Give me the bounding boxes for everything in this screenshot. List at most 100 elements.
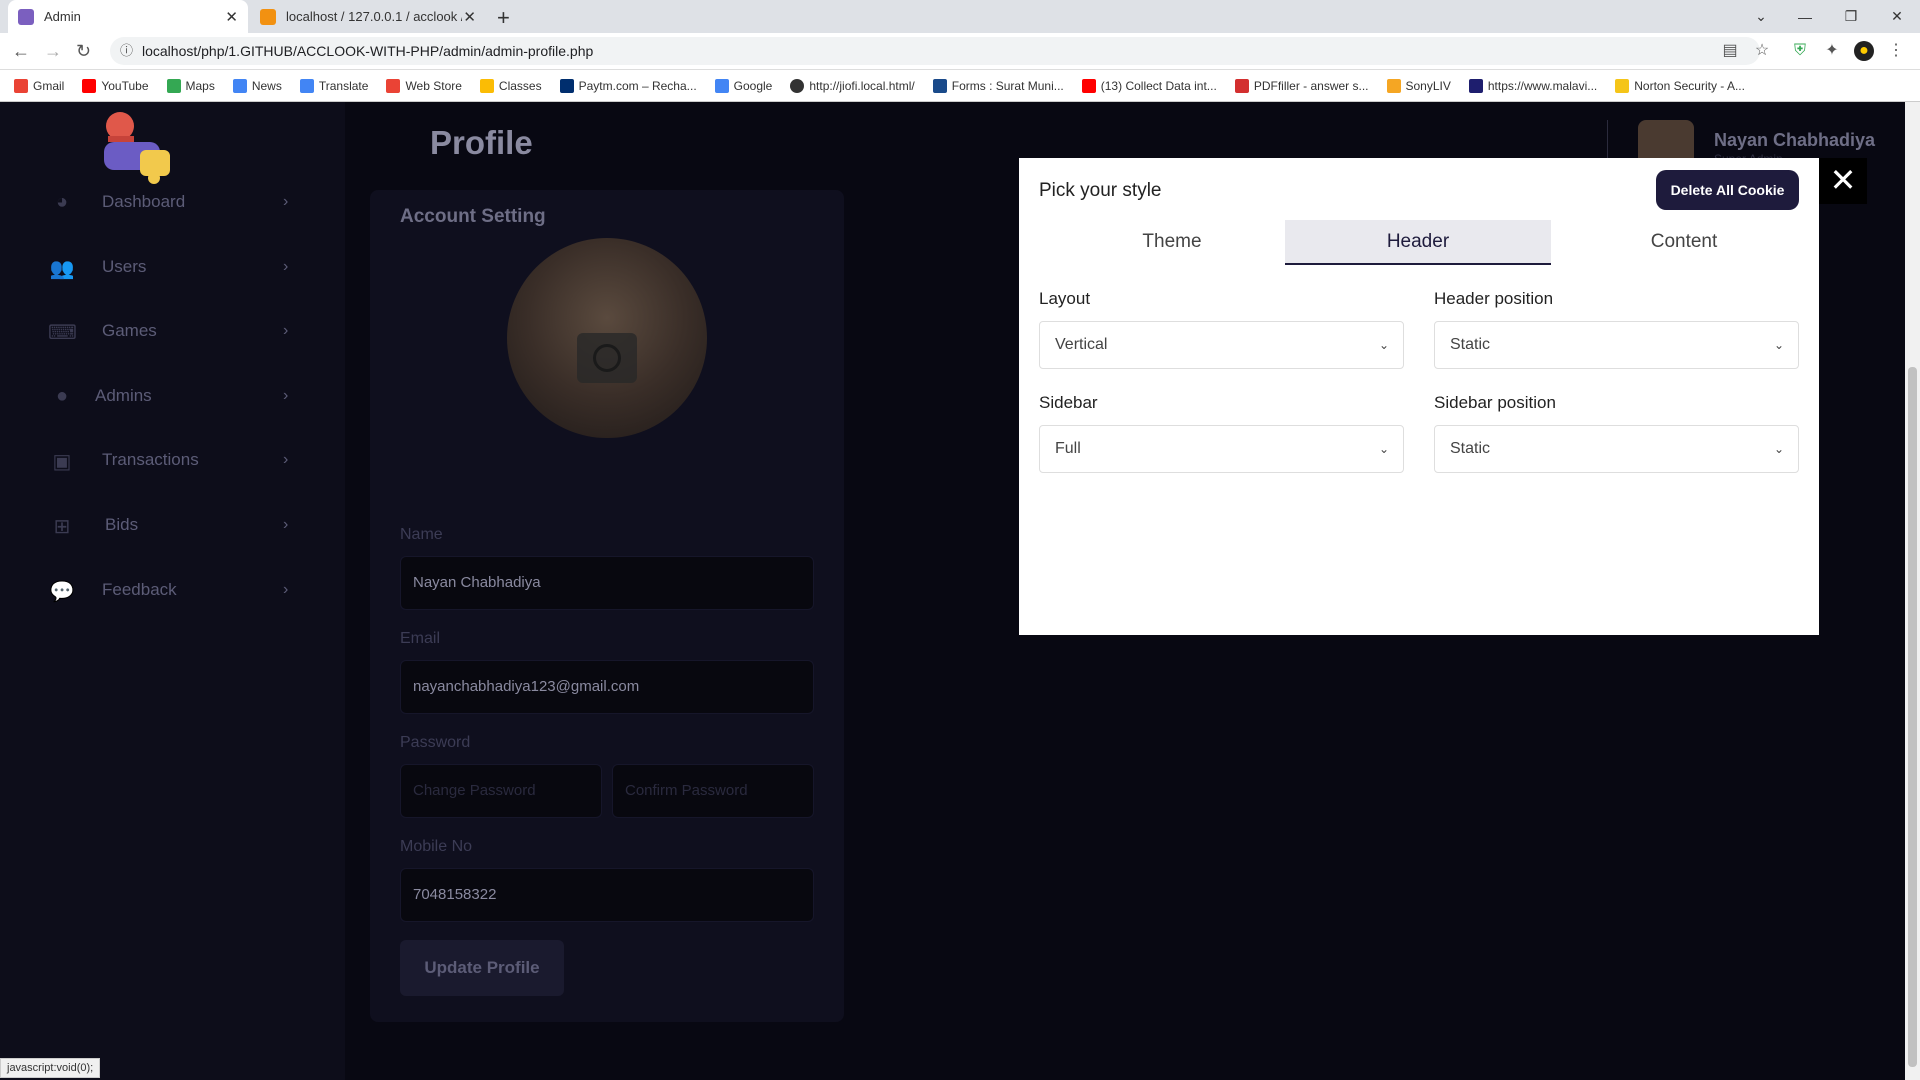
new-tab-icon[interactable]: + bbox=[497, 5, 510, 31]
tab-search-icon[interactable]: ⌄ bbox=[1738, 0, 1784, 33]
bookmark-item[interactable]: PDFfiller - answer s... bbox=[1234, 78, 1369, 93]
tab-content[interactable]: Content bbox=[1551, 220, 1817, 265]
sidebar-item-dashboard[interactable]: ◕ Dashboard › bbox=[0, 182, 345, 222]
gmail-icon bbox=[14, 78, 28, 93]
name-field[interactable]: Nayan Chabhadiya bbox=[400, 556, 814, 610]
bookmark-item[interactable]: Norton Security - A... bbox=[1615, 78, 1745, 93]
news-icon bbox=[232, 78, 247, 93]
close-modal-icon[interactable]: ✕ bbox=[1819, 158, 1867, 204]
paytm-icon bbox=[559, 78, 574, 93]
basket-icon: ⊞ bbox=[53, 516, 71, 538]
bookmark-item[interactable]: News bbox=[232, 78, 282, 93]
bookmark-item[interactable]: Paytm.com – Recha... bbox=[559, 78, 697, 93]
reload-icon[interactable]: ↻ bbox=[76, 41, 91, 62]
confirm-password-field[interactable]: Confirm Password bbox=[612, 764, 814, 818]
chevron-right-icon: › bbox=[283, 322, 289, 339]
chevron-right-icon: › bbox=[283, 516, 289, 533]
bookmarks-bar: Gmail YouTube Maps News Translate Web St… bbox=[0, 70, 1920, 102]
sidebar-item-games[interactable]: ⌨ Games › bbox=[0, 311, 345, 351]
bookmark-star-icon[interactable]: ☆ bbox=[1752, 41, 1772, 61]
change-password-field[interactable]: Change Password bbox=[400, 764, 602, 818]
tab-theme[interactable]: Theme bbox=[1039, 220, 1305, 265]
close-tab-icon[interactable]: ✕ bbox=[463, 8, 476, 26]
layout-label: Layout bbox=[1039, 289, 1091, 308]
email-field[interactable]: nayanchabhadiya123@gmail.com bbox=[400, 660, 814, 714]
sidebar-item-bids[interactable]: ⊞ Bids › bbox=[0, 505, 345, 545]
bookmark-item[interactable]: Maps bbox=[166, 78, 215, 93]
bookmark-item[interactable]: (13) Collect Data int... bbox=[1081, 78, 1217, 93]
chevron-right-icon: › bbox=[283, 193, 289, 210]
back-icon[interactable]: ← bbox=[12, 41, 30, 62]
sidebar-item-users[interactable]: 👥 Users › bbox=[0, 247, 345, 287]
tab-title: localhost / 127.0.0.1 / acclook / a bbox=[286, 9, 462, 24]
bookmark-item[interactable]: Forms : Surat Muni... bbox=[932, 78, 1064, 93]
url-text: localhost/php/1.GITHUB/ACCLOOK-WITH-PHP/… bbox=[142, 43, 594, 59]
header-position-select[interactable]: Static ⌄ bbox=[1434, 321, 1799, 369]
chevron-down-icon: ⌄ bbox=[1773, 338, 1784, 352]
globe-icon bbox=[790, 78, 805, 93]
browser-tab-phpmyadmin[interactable]: localhost / 127.0.0.1 / acclook / a ✕ bbox=[250, 0, 486, 33]
bookmark-item[interactable]: https://www.malavi... bbox=[1468, 78, 1597, 93]
bookmark-item[interactable]: Translate bbox=[299, 78, 368, 93]
status-bar: javascript:void(0); bbox=[0, 1058, 101, 1078]
bookmark-item[interactable]: Google bbox=[714, 78, 772, 93]
sidebar: ◕ Dashboard › 👥 Users › ⌨ Games › ● Admi… bbox=[0, 102, 345, 1080]
forward-icon[interactable]: → bbox=[44, 41, 62, 62]
delete-all-cookie-button[interactable]: Delete All Cookie bbox=[1656, 170, 1799, 210]
card-title: Account Setting bbox=[400, 206, 546, 227]
user-name[interactable]: Nayan Chabhadiya bbox=[1714, 130, 1875, 151]
site-info-icon[interactable]: ⓘ bbox=[120, 37, 133, 65]
maps-icon bbox=[166, 78, 181, 93]
browser-tab-bar: Admin ✕ localhost / 127.0.0.1 / acclook … bbox=[0, 0, 1920, 33]
chevron-right-icon: › bbox=[283, 258, 289, 275]
profile-avatar-icon[interactable]: ● bbox=[1854, 41, 1874, 61]
chevron-down-icon: ⌄ bbox=[1773, 442, 1784, 456]
gamepad-icon: ⌨ bbox=[48, 322, 77, 344]
profile-photo[interactable] bbox=[507, 238, 707, 438]
palette-icon: ◕ bbox=[55, 191, 69, 213]
browser-tab-admin[interactable]: Admin ✕ bbox=[8, 0, 248, 33]
tab-header[interactable]: Header bbox=[1285, 220, 1551, 265]
menu-icon[interactable]: ⋮ bbox=[1886, 41, 1906, 61]
extensions-icon[interactable]: ✦ bbox=[1822, 41, 1842, 61]
modal-title: Pick your style bbox=[1039, 180, 1162, 201]
sidebar-position-select[interactable]: Static ⌄ bbox=[1434, 425, 1799, 473]
malavi-icon bbox=[1468, 78, 1483, 93]
classes-icon bbox=[479, 78, 494, 93]
bookmark-item[interactable]: Web Store bbox=[386, 78, 462, 93]
page-scrollbar[interactable] bbox=[1905, 102, 1920, 1080]
bookmark-item[interactable]: YouTube bbox=[82, 78, 149, 93]
sonyliv-icon bbox=[1386, 78, 1401, 93]
bookmark-item[interactable]: Classes bbox=[479, 78, 542, 93]
sidebar-item-admins[interactable]: ● Admins › bbox=[0, 376, 345, 416]
close-window-icon[interactable]: ✕ bbox=[1874, 0, 1920, 33]
address-bar-row: ← → ↻ ⓘ localhost/php/1.GITHUB/ACCLOOK-W… bbox=[0, 33, 1920, 70]
header-position-label: Header position bbox=[1434, 289, 1554, 308]
email-label: Email bbox=[400, 630, 441, 647]
url-field[interactable]: ⓘ localhost/php/1.GITHUB/ACCLOOK-WITH-PH… bbox=[110, 37, 1760, 65]
web-store-icon bbox=[386, 78, 401, 93]
youtube-icon bbox=[82, 78, 97, 93]
password-label: Password bbox=[400, 734, 471, 751]
page-title: Profile bbox=[430, 124, 533, 161]
user-icon: ● bbox=[55, 385, 69, 407]
restore-icon[interactable]: ❐ bbox=[1828, 0, 1874, 33]
minimize-icon[interactable]: — bbox=[1782, 0, 1828, 33]
reader-mode-icon[interactable]: ▤ bbox=[1720, 41, 1740, 61]
sidebar-item-feedback[interactable]: 💬 Feedback › bbox=[0, 570, 345, 610]
sidebar-select[interactable]: Full ⌄ bbox=[1039, 425, 1404, 473]
layout-select[interactable]: Vertical ⌄ bbox=[1039, 321, 1404, 369]
bookmark-item[interactable]: Gmail bbox=[14, 78, 64, 93]
bookmark-item[interactable]: http://jiofi.local.html/ bbox=[790, 78, 915, 93]
shield-extension-icon[interactable]: ⛨ bbox=[1790, 41, 1810, 61]
scrollbar-thumb[interactable] bbox=[1908, 367, 1917, 1067]
chevron-right-icon: › bbox=[283, 581, 289, 598]
mobile-field[interactable]: 7048158322 bbox=[400, 868, 814, 922]
google-icon bbox=[714, 78, 729, 93]
close-tab-icon[interactable]: ✕ bbox=[225, 8, 238, 26]
sidebar-item-transactions[interactable]: ▣ Transactions › bbox=[0, 440, 345, 480]
admin-favicon-icon bbox=[18, 8, 34, 25]
sidebar-label: Sidebar bbox=[1039, 393, 1098, 412]
bookmark-item[interactable]: SonyLIV bbox=[1386, 78, 1451, 93]
update-profile-button[interactable]: Update Profile bbox=[400, 940, 564, 996]
